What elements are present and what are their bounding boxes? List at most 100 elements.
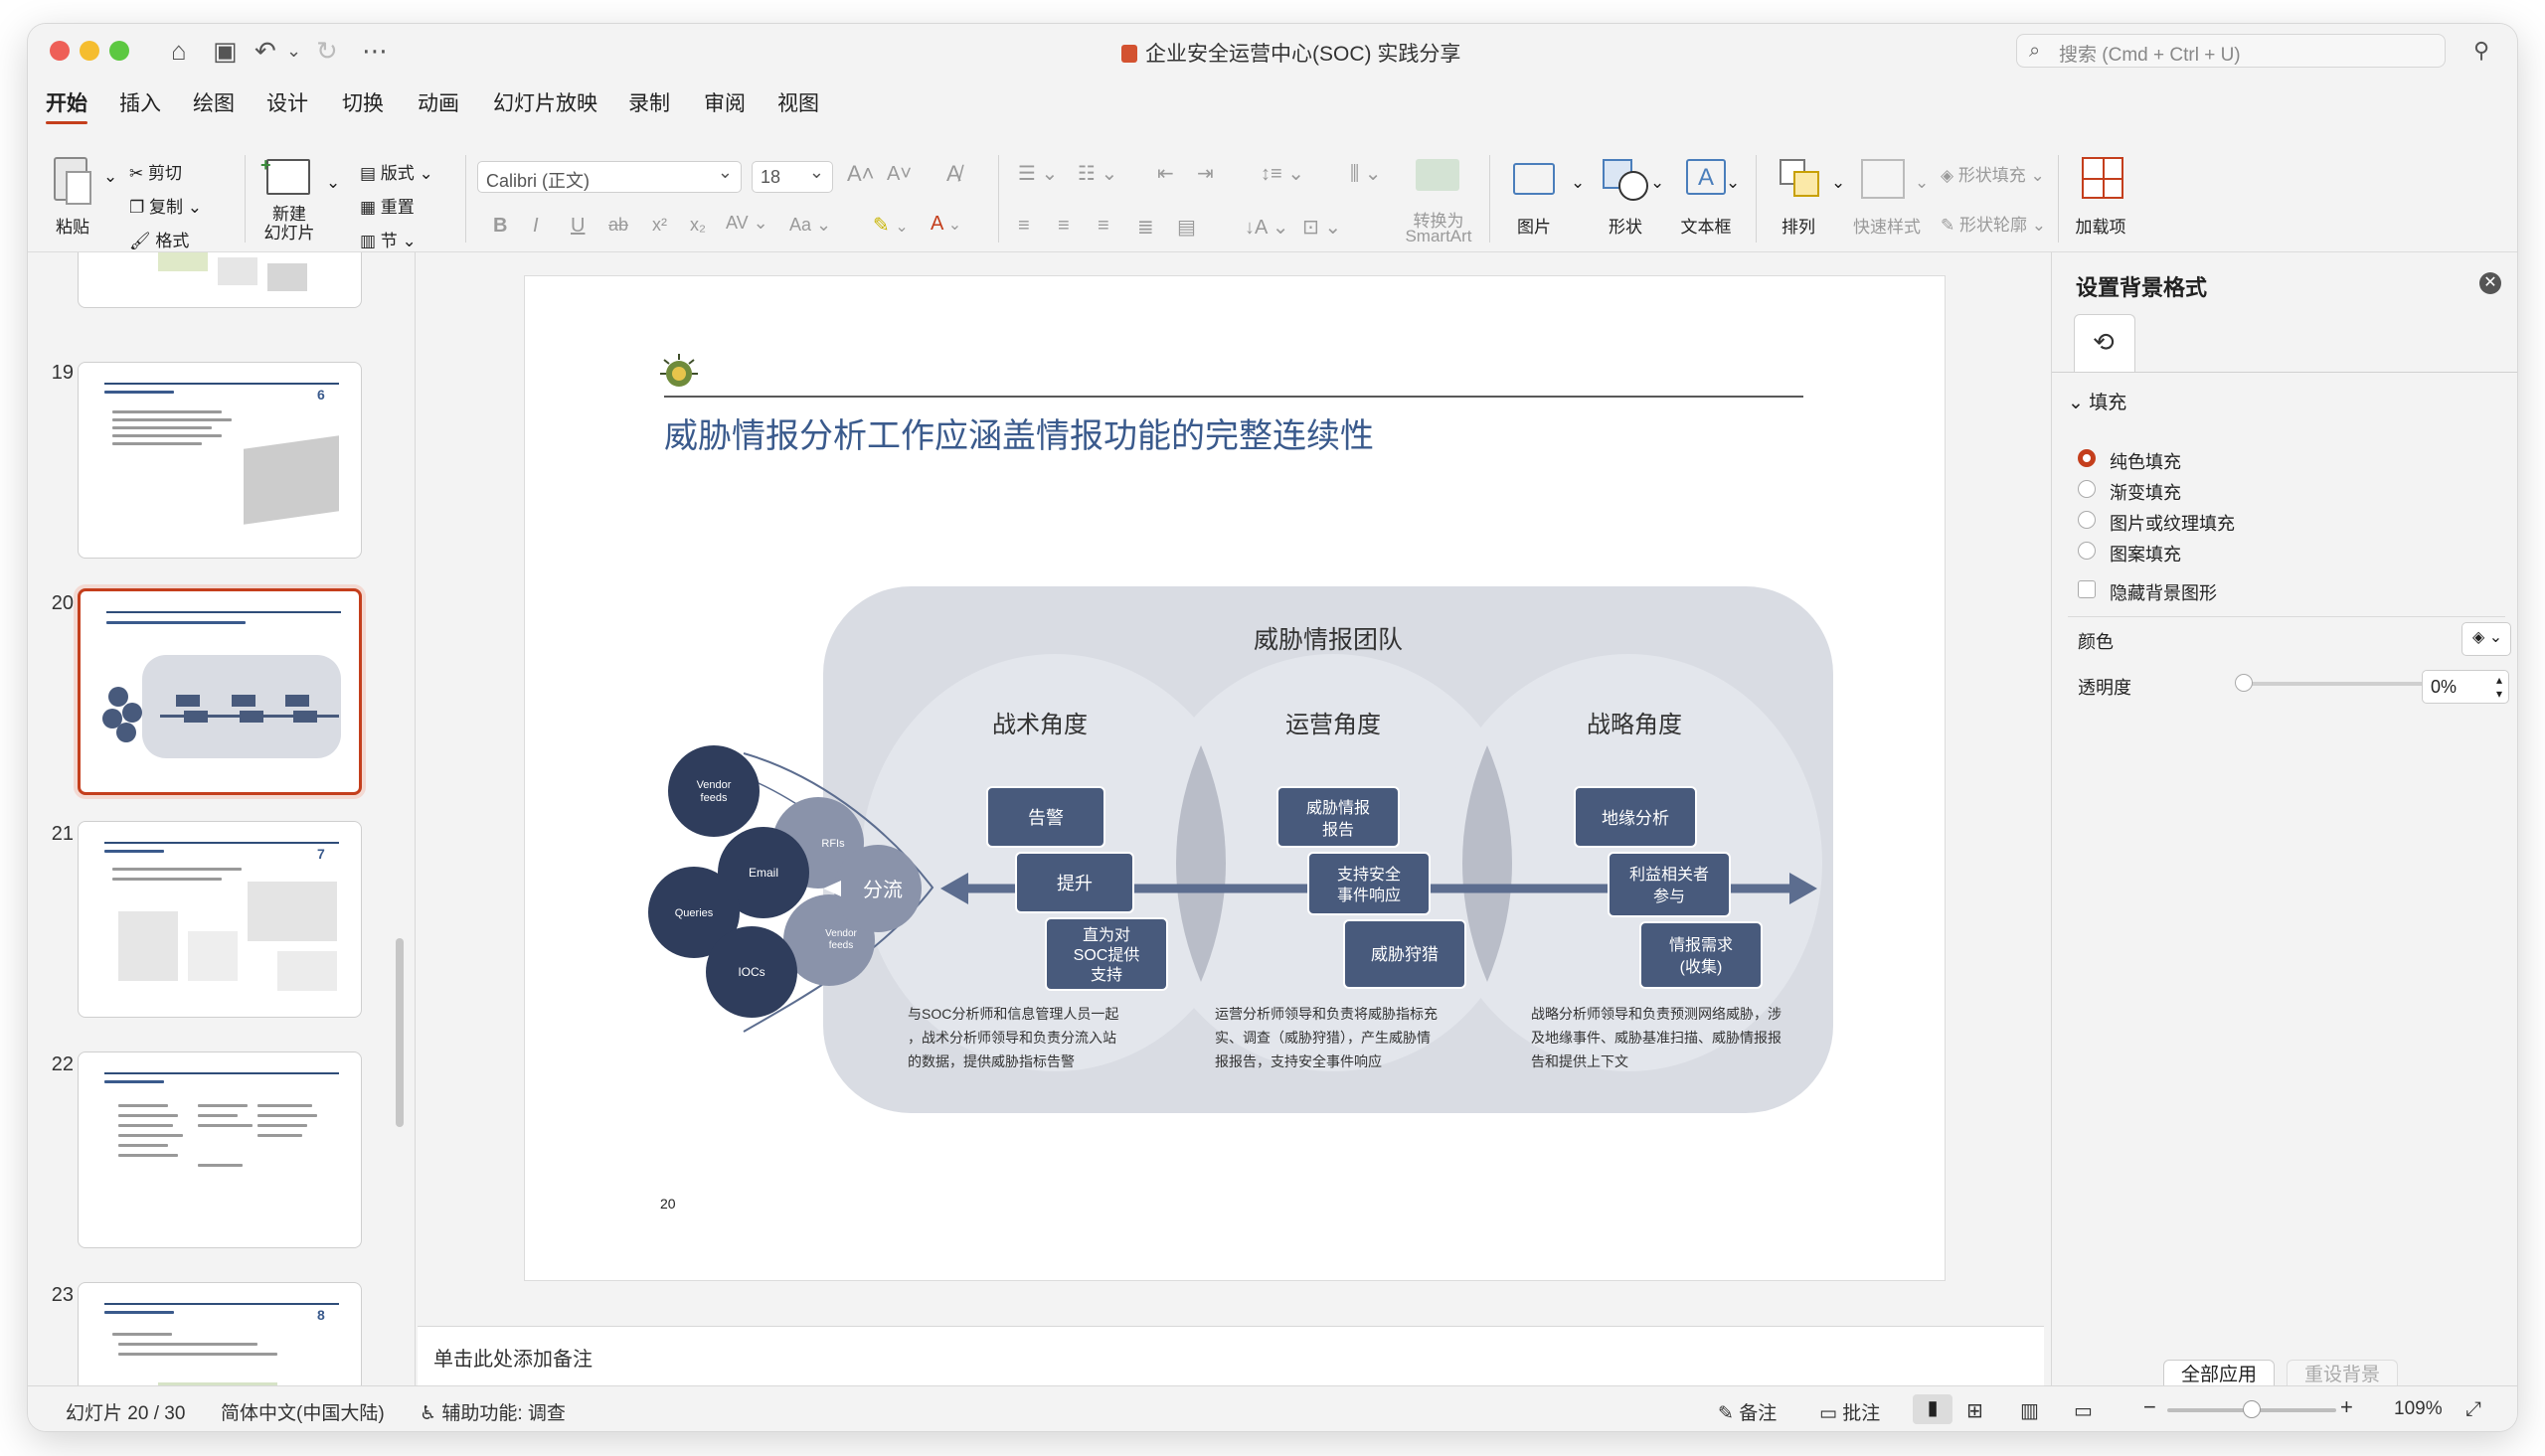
box-soc-support[interactable]: 直为对 SOC提供 支持 [1045,917,1168,991]
subscript-icon[interactable]: x₂ [690,215,706,236]
slide-thumbnail-18[interactable] [78,252,362,308]
language-status[interactable]: 简体中文(中国大陆) [221,1398,385,1425]
normal-view-button[interactable]: ▮ [1913,1394,1952,1424]
new-slide-button[interactable]: + 新建 幻灯片 [254,155,334,244]
paste-button[interactable]: 粘贴 [48,157,97,243]
textbox-button[interactable]: A 文本框 [1668,155,1744,246]
slide-thumbnail-19[interactable]: 6 [78,362,362,559]
tab-insert[interactable]: 插入 [119,87,161,117]
undo-icon[interactable]: ↶ [254,36,276,66]
zoom-window-button[interactable] [109,41,129,61]
tab-transitions[interactable]: 切换 [342,87,384,117]
strikethrough-icon[interactable]: ab [608,215,628,236]
box-enhance[interactable]: 提升 [1015,852,1134,913]
zoom-level[interactable]: 109% [2394,1398,2443,1420]
font-family-select[interactable]: Calibri (正文) [477,161,742,193]
increase-font-icon[interactable]: A˄ [847,161,875,187]
search-input[interactable]: ⌕ 搜索 (Cmd + Ctrl + U) [2016,34,2446,68]
close-pane-button[interactable]: ✕ [2479,272,2501,294]
picture-fill-radio[interactable] [2078,511,2096,529]
zoom-in-button[interactable]: + [2340,1394,2353,1420]
slide-title[interactable]: 威胁情报分析工作应涵盖情报功能的完整连续性 [664,417,1374,455]
transparency-slider-thumb[interactable] [2235,674,2253,692]
solid-fill-radio[interactable] [2078,449,2096,467]
tab-design[interactable]: 设计 [266,87,308,117]
justify-icon[interactable]: ≣ [1137,215,1154,240]
chevron-down-icon[interactable]: ⌄ [286,36,301,66]
tab-view[interactable]: 视图 [777,87,819,117]
distributed-icon[interactable]: ▤ [1177,215,1196,240]
thumbnail-scrollbar[interactable] [396,938,404,1127]
tab-home[interactable]: 开始 [46,87,87,124]
reading-view-icon[interactable]: ▥ [2020,1398,2039,1423]
tab-slideshow[interactable]: 幻灯片放映 [493,87,597,117]
font-color-icon[interactable]: A ⌄ [931,213,961,236]
fit-slide-icon[interactable]: ⤢ [2465,1398,2481,1421]
home-icon[interactable]: ⌂ [171,36,187,66]
pattern-fill-radio[interactable] [2078,542,2096,560]
hide-bg-checkbox[interactable] [2078,580,2096,598]
color-picker-button[interactable]: ◈ ⌄ [2461,622,2511,656]
tab-review[interactable]: 审阅 [704,87,746,117]
underline-icon[interactable]: U [571,215,585,238]
superscript-icon[interactable]: x² [652,215,667,236]
bold-icon[interactable]: B [493,215,507,238]
tab-animations[interactable]: 动画 [418,87,459,117]
zoom-out-button[interactable]: − [2143,1394,2156,1420]
layout-button[interactable]: ▤ 版式 ⌄ [360,159,433,184]
account-icon[interactable]: ⚲ [2473,36,2489,66]
zoom-slider-thumb[interactable] [2243,1400,2261,1418]
arrange-dropdown[interactable]: ⌄ [1831,173,1845,193]
format-painter-button[interactable]: 🖌 格式 [129,227,189,251]
redo-icon[interactable]: ↻ [316,36,338,66]
tab-draw[interactable]: 绘图 [193,87,235,117]
bullets-icon[interactable]: ☰ ⌄ [1018,161,1058,186]
picture-dropdown[interactable]: ⌄ [1571,173,1585,193]
slide-thumbnail-23[interactable]: 8 [78,1282,362,1385]
new-slide-dropdown[interactable]: ⌄ [326,173,340,193]
shape-fill-button[interactable]: ◈ 形状填充 ⌄ [1941,161,2045,186]
textbox-dropdown[interactable]: ⌄ [1726,173,1740,193]
box-intel-requirements[interactable]: 情报需求 (收集) [1639,921,1763,989]
fill-tab-button[interactable]: ⟲ [2074,314,2135,372]
gradient-fill-radio[interactable] [2078,480,2096,498]
box-alert[interactable]: 告警 [986,786,1105,848]
tab-record[interactable]: 录制 [628,87,670,117]
columns-icon[interactable]: ⫼ ⌄ [1350,161,1382,186]
save-icon[interactable]: ▣ [213,36,238,66]
italic-icon[interactable]: I [533,215,539,238]
transparency-input[interactable]: 0% ▴ ▾ [2422,670,2509,704]
reset-button[interactable]: ▦ 重置 [360,193,415,218]
slide-thumbnail-20[interactable] [78,588,362,795]
slide-sorter-icon[interactable]: ⊞ [1966,1398,1983,1423]
font-size-select[interactable]: 18 [752,161,833,193]
slideshow-icon[interactable]: ▭ [2074,1398,2093,1423]
accessibility-status[interactable]: ♿ 辅助功能: 调查 [420,1398,566,1425]
convert-smartart-button[interactable]: 转换为 SmartArt [1394,155,1483,246]
slide-thumbnail-22[interactable] [78,1052,362,1248]
box-incident-support[interactable]: 支持安全 事件响应 [1307,852,1431,915]
character-spacing-icon[interactable]: AV ⌄ [726,213,768,234]
notes-input[interactable]: 单击此处添加备注 [418,1326,2044,1385]
arrange-button[interactable]: 排列 [1766,155,1831,246]
line-spacing-icon[interactable]: ↕≡ ⌄ [1261,161,1304,186]
shape-button[interactable]: 形状 [1591,155,1660,246]
box-geo-analysis[interactable]: 地缘分析 [1574,786,1697,848]
decrease-font-icon[interactable]: A˅ [887,163,912,186]
shape-outline-button[interactable]: ✎ 形状轮廓 ⌄ [1941,211,2046,236]
align-center-icon[interactable]: ≡ [1058,215,1070,238]
quick-styles-dropdown[interactable]: ⌄ [1915,173,1929,193]
fill-section-header[interactable]: ⌄ 填充 [2068,388,2126,414]
highlight-icon[interactable]: ✎ ⌄ [873,213,909,238]
increase-indent-icon[interactable]: ⇥ [1197,161,1214,186]
paste-dropdown[interactable]: ⌄ [103,167,117,187]
box-ti-report[interactable]: 威胁情报 报告 [1276,786,1400,848]
align-left-icon[interactable]: ≡ [1018,215,1030,238]
cut-button[interactable]: ✂ 剪切 [129,159,182,184]
transparency-slider[interactable] [2241,682,2430,686]
change-case-icon[interactable]: Aa ⌄ [789,215,831,236]
align-text-icon[interactable]: ⊡ ⌄ [1302,215,1341,240]
copy-button[interactable]: ❐ 复制 ⌄ [129,193,202,218]
addins-button[interactable]: 加载项 [2068,155,2133,246]
text-direction-icon[interactable]: ↓A ⌄ [1245,215,1289,240]
